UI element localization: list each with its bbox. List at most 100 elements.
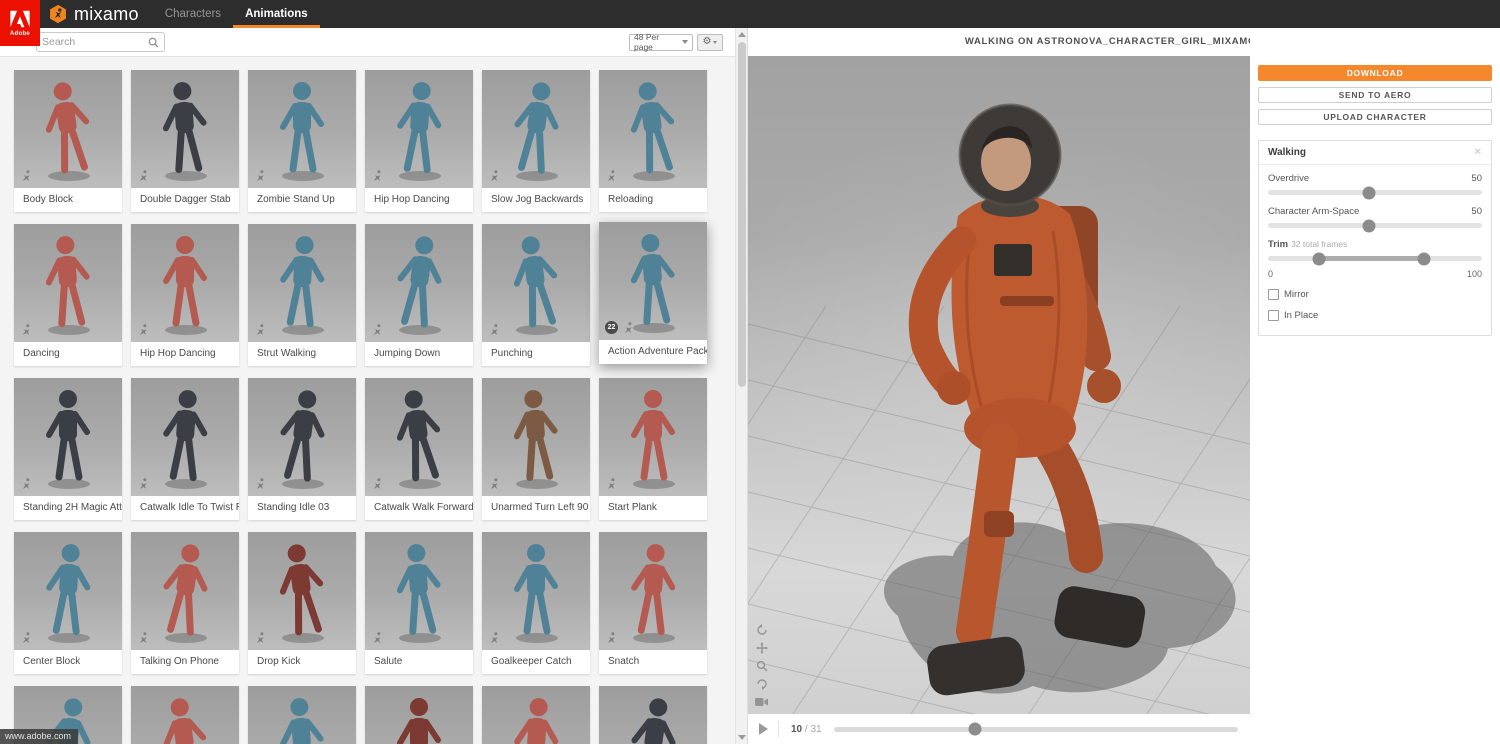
download-button[interactable]: DOWNLOAD [1258,65,1492,81]
adobe-logo[interactable]: Adobe [0,0,40,46]
animation-card[interactable]: Jumping Down [365,224,473,366]
animation-card[interactable]: Standing Idle 03 [248,378,356,520]
animation-card-label: Reloading [599,188,707,212]
animation-type-icon [490,324,498,336]
mannequin-figure [631,544,676,643]
overdrive-slider-thumb[interactable] [1362,186,1376,199]
mannequin-figure [46,390,90,489]
animation-card[interactable]: Goalkeeper Catch [482,532,590,674]
arm-space-slider-thumb[interactable] [1362,219,1376,232]
reset-view-icon[interactable] [755,677,768,690]
trim-minmax: 0 100 [1268,269,1482,279]
orbit-icon[interactable] [755,623,768,636]
trim-min: 0 [1268,269,1274,279]
animation-card[interactable]: Catwalk Idle To Twist R [131,378,239,520]
animation-card[interactable] [599,686,707,744]
mixamo-brand[interactable]: mixamo [48,4,139,25]
total-frames: 31 [810,723,822,735]
in-place-label: In Place [1284,310,1319,321]
scroll-up-arrow-icon[interactable] [738,31,746,39]
animation-type-icon [624,322,632,334]
adobe-wordmark: Adobe [9,31,31,37]
send-to-aero-button[interactable]: SEND TO AERO [1258,87,1492,103]
animation-card[interactable]: Hip Hop Dancing [131,224,239,366]
animation-card[interactable]: Drop Kick [248,532,356,674]
library-scrollbar[interactable] [735,28,747,744]
animation-thumbnail [131,378,239,496]
animation-type-icon [490,632,498,644]
play-button[interactable] [748,714,778,744]
mannequin-figure [397,82,442,181]
overdrive-label: Overdrive [1268,173,1310,184]
trim-start-thumb[interactable] [1312,252,1326,265]
animation-card[interactable]: Hip Hop Dancing [365,70,473,212]
camera-icon[interactable] [755,695,768,708]
animation-thumbnail [248,70,356,188]
scrollbar-thumb[interactable] [738,42,746,387]
animation-card-label: Catwalk Idle To Twist R [131,496,239,520]
mirror-checkbox-row[interactable]: Mirror [1268,289,1482,300]
animation-card[interactable]: Reloading [599,70,707,212]
mixamo-wordmark: mixamo [74,3,139,24]
animation-card-label: Center Block [14,650,122,674]
mirror-checkbox[interactable] [1268,289,1279,300]
animation-thumbnail [365,686,473,744]
animation-card[interactable]: Standing 2H Magic Attack 01 [14,378,122,520]
right-sidebar: DOWNLOAD SEND TO AERO UPLOAD CHARACTER W… [1250,28,1500,744]
pan-icon[interactable] [755,641,768,654]
animation-card[interactable]: Zombie Stand Up [248,70,356,212]
arm-space-slider[interactable] [1268,219,1482,232]
animation-card[interactable] [482,686,590,744]
chevron-down-icon [682,40,688,44]
animation-card-label: Double Dagger Stab [131,188,239,212]
viewport-3d[interactable] [748,56,1250,714]
animation-card[interactable] [248,686,356,744]
tab-animations[interactable]: Animations [233,0,320,28]
gear-icon: ⚙ [702,36,712,47]
animation-card-label: Hip Hop Dancing [365,188,473,212]
animation-card[interactable]: Center Block [14,532,122,674]
zoom-icon[interactable] [755,659,768,672]
timeline-slider[interactable] [833,722,1238,736]
animation-card[interactable]: Strut Walking [248,224,356,366]
upload-character-button[interactable]: UPLOAD CHARACTER [1258,109,1492,125]
animation-card[interactable]: Talking On Phone [131,532,239,674]
in-place-checkbox[interactable] [1268,310,1279,321]
animation-card[interactable] [365,686,473,744]
animation-type-icon [256,478,264,490]
animation-card[interactable]: Punching [482,224,590,366]
settings-button[interactable]: ⚙ [697,33,723,51]
animation-thumbnail [14,224,122,342]
animation-card-label: Body Block [14,188,122,212]
animation-card[interactable]: Slow Jog Backwards [482,70,590,212]
mannequin-figure [514,698,559,744]
close-icon[interactable]: ✕ [1474,147,1482,158]
animation-type-icon [22,170,30,182]
mannequin-figure [163,544,208,643]
animation-card[interactable]: Double Dagger Stab [131,70,239,212]
animation-card-label: Talking On Phone [131,650,239,674]
animation-type-icon [373,324,381,336]
playback-bar: 10 / 31 [748,714,1250,744]
animation-card[interactable]: Snatch [599,532,707,674]
trim-end-thumb[interactable] [1417,252,1431,265]
mannequin-figure [630,82,675,181]
scroll-down-arrow-icon[interactable] [738,733,746,741]
animation-card[interactable]: Catwalk Walk Forward [365,378,473,520]
tab-characters[interactable]: Characters [153,0,233,28]
animation-card[interactable]: Body Block [14,70,122,212]
trim-range-slider[interactable] [1268,252,1482,265]
trim-row: Trim 32 total frames [1268,239,1482,250]
in-place-checkbox-row[interactable]: In Place [1268,310,1482,321]
overdrive-slider[interactable] [1268,186,1482,199]
animation-card[interactable]: 22 Action Adventure Pack [599,222,707,364]
animation-card[interactable]: Salute [365,532,473,674]
timeline-thumb[interactable] [968,722,982,736]
mannequin-figure [513,390,558,489]
search-input[interactable] [42,36,148,48]
animation-card[interactable]: Unarmed Turn Left 90 [482,378,590,520]
per-page-select[interactable]: 48 Per page [629,32,693,52]
animation-card[interactable] [131,686,239,744]
animation-card[interactable]: Dancing [14,224,122,366]
animation-card[interactable]: Start Plank [599,378,707,520]
